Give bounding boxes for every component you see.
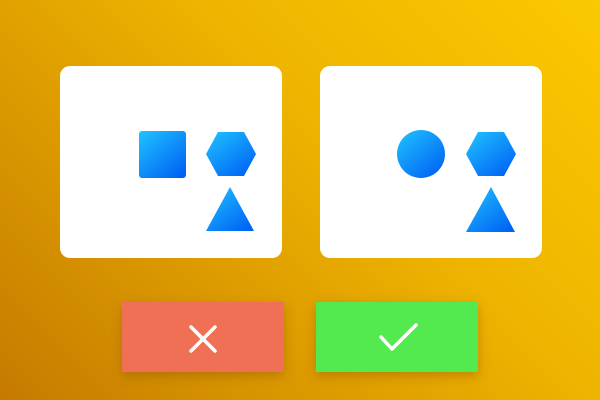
reject-button[interactable] [122,302,284,372]
accept-button[interactable] [316,302,478,372]
triangle-shape [206,187,254,231]
square-shape [139,131,186,178]
hexagon-shape [466,132,516,176]
reject-button-face [122,302,284,372]
circle-shape [397,130,445,178]
triangle-shape [466,187,515,232]
hexagon-shape [206,132,256,176]
right-shape-panel[interactable] [320,66,542,258]
left-shape-panel[interactable] [60,66,282,258]
accept-button-face [316,302,478,372]
game-screen: { "colors": { "background_top_right": "#… [0,0,600,400]
